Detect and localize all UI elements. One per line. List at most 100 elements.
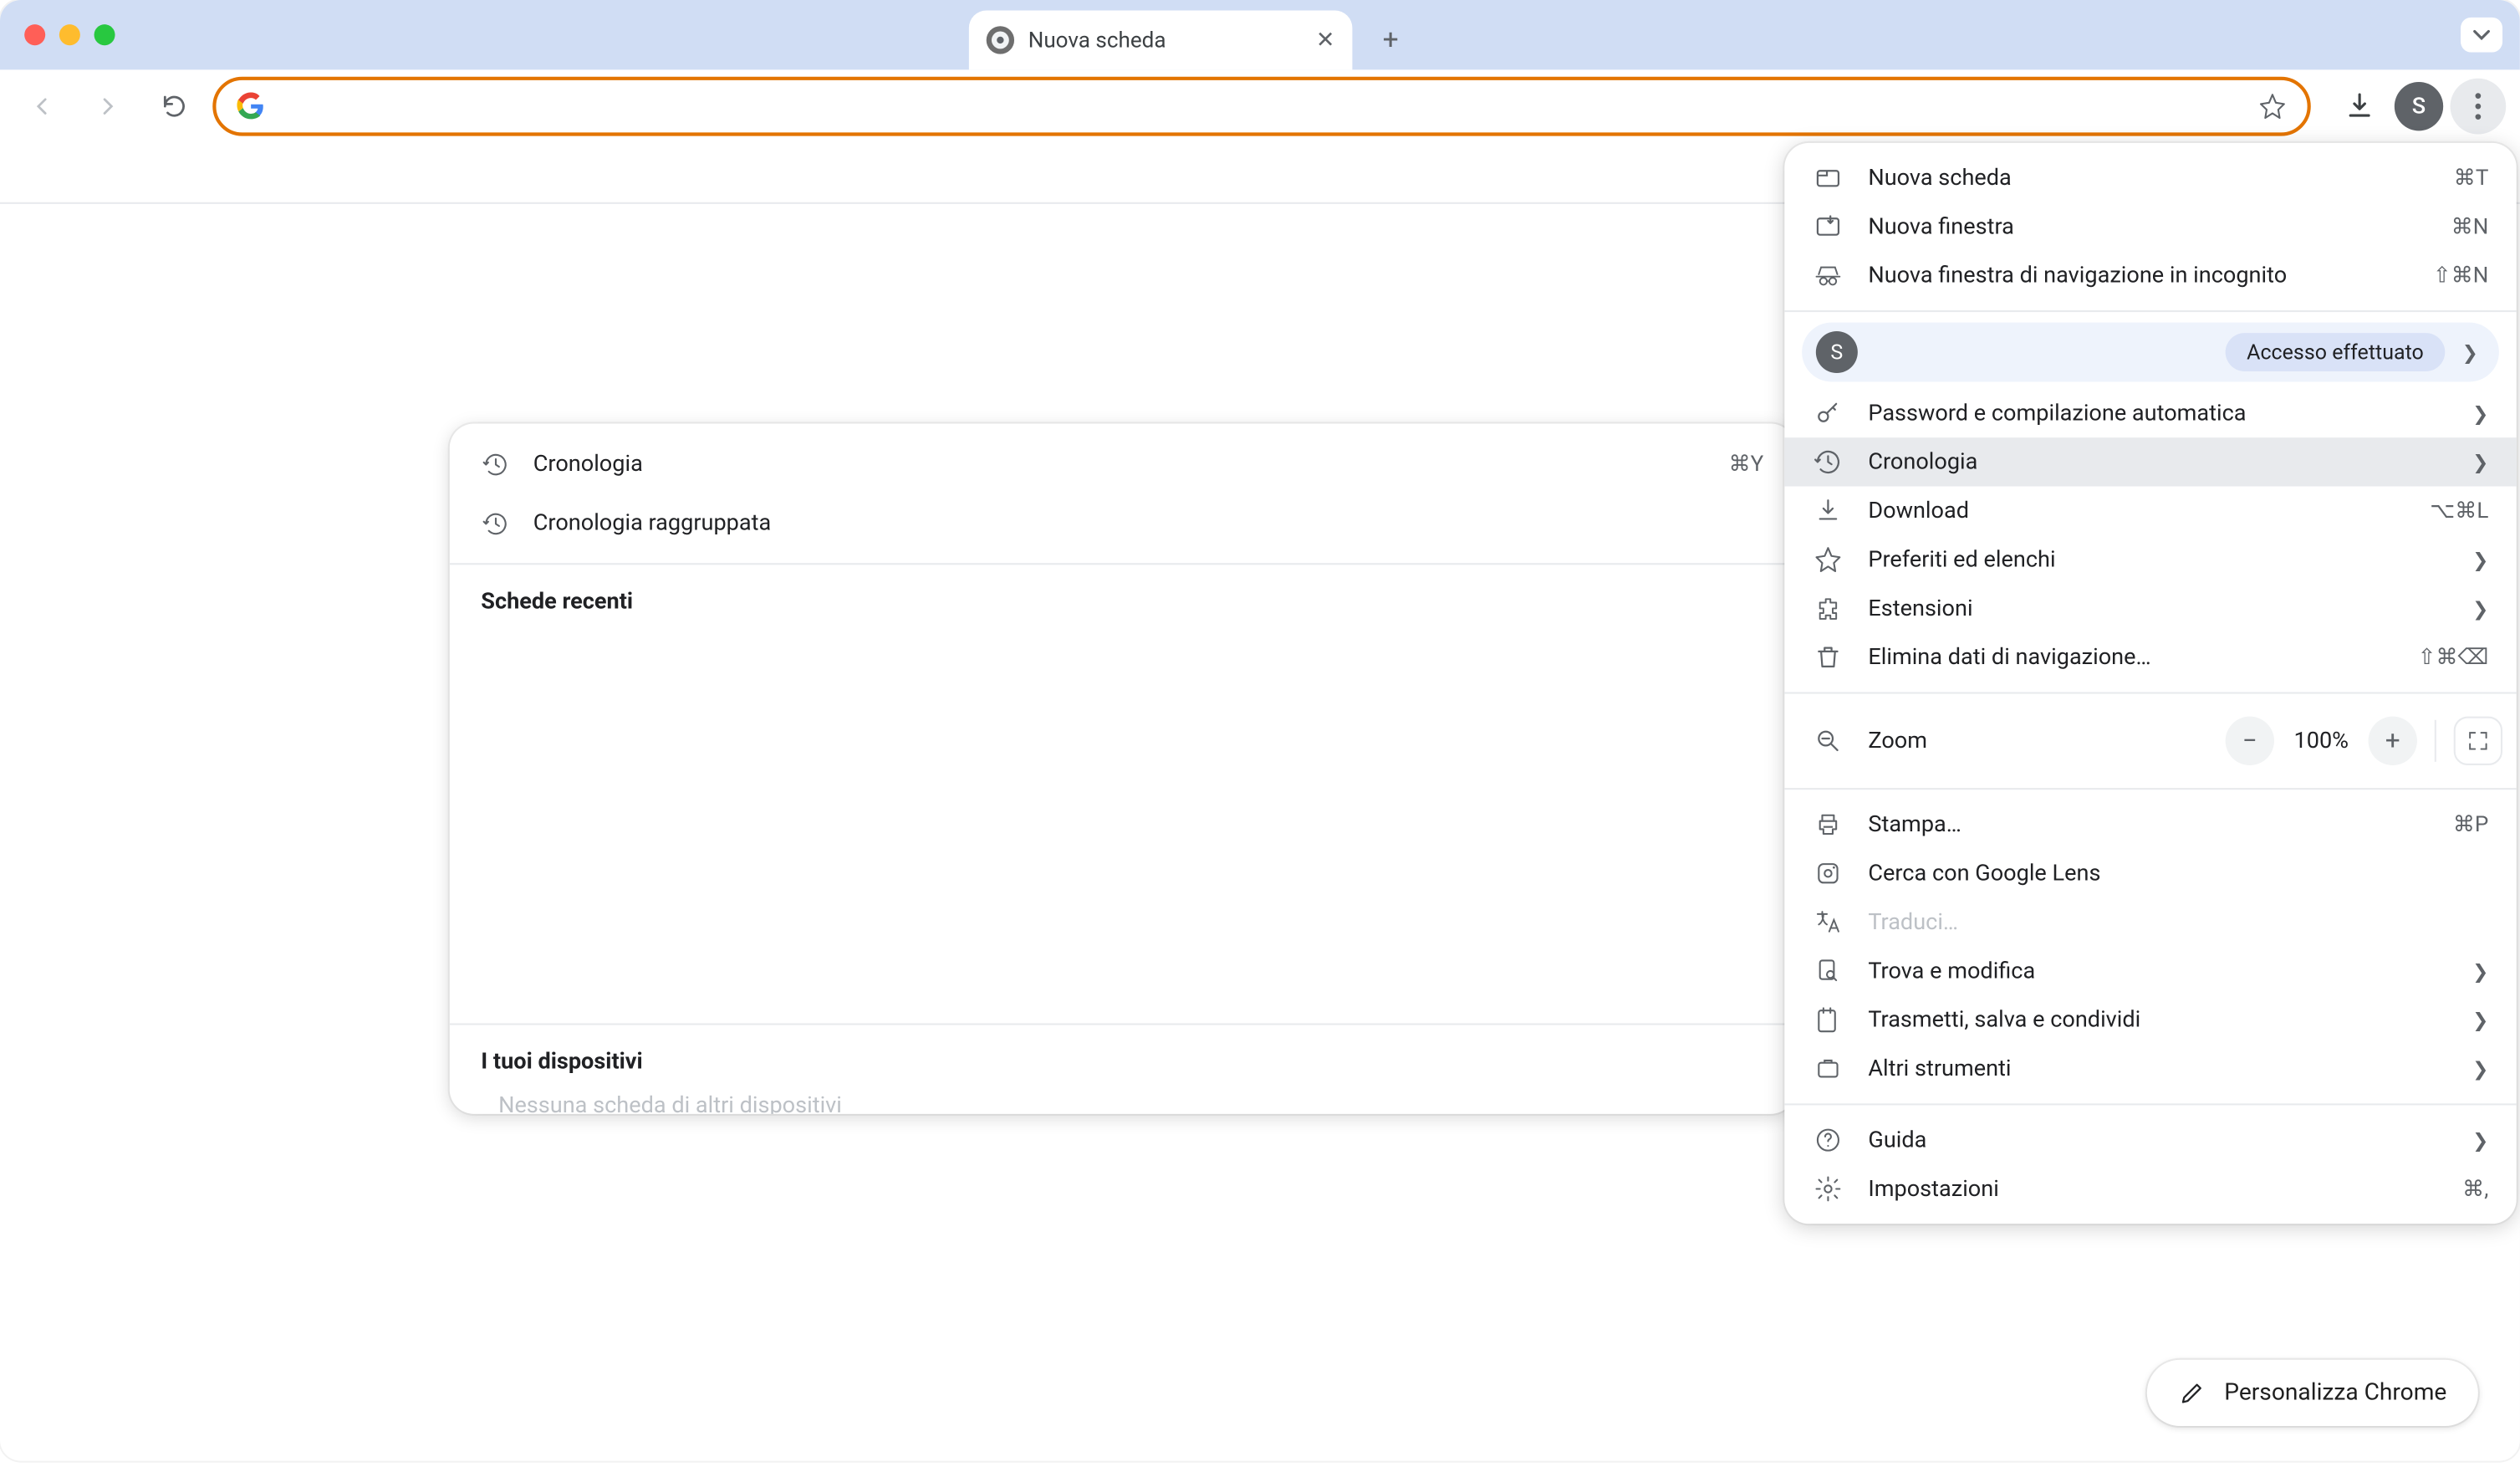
bookmark-star-icon[interactable] bbox=[2258, 92, 2286, 120]
menu-label: Preferiti ed elenchi bbox=[1868, 546, 2448, 572]
maximize-window-button[interactable] bbox=[94, 24, 115, 45]
address-bar[interactable] bbox=[212, 77, 2310, 136]
toolbar-right: S bbox=[2321, 79, 2506, 135]
trash-icon bbox=[1813, 643, 1844, 671]
chevron-right-icon: ❯ bbox=[2472, 451, 2488, 473]
menu-item-help[interactable]: Guida ❯ bbox=[1784, 1116, 2516, 1164]
history-item-shortcut: ⌘Y bbox=[1729, 450, 1764, 478]
menu-shortcut: ⌘P bbox=[2453, 810, 2489, 838]
cast-icon bbox=[1813, 1006, 1844, 1034]
menu-divider bbox=[1784, 310, 2516, 312]
profile-avatar-small: S bbox=[1816, 331, 1858, 373]
chevron-right-icon: ❯ bbox=[2472, 1057, 2488, 1080]
print-icon bbox=[1813, 810, 1844, 838]
menu-label: Stampa… bbox=[1868, 811, 2428, 837]
tab-icon bbox=[1813, 164, 1844, 192]
devices-section: I tuoi dispositivi Nessuna scheda di alt… bbox=[450, 1025, 1795, 1114]
tab-search-button[interactable] bbox=[2461, 18, 2502, 53]
menu-label: Nuova scheda bbox=[1868, 165, 2429, 191]
history-icon bbox=[1813, 448, 1844, 476]
extension-icon bbox=[1813, 595, 1844, 622]
chrome-menu: Nuova scheda ⌘T Nuova finestra ⌘N Nuova … bbox=[1784, 143, 2516, 1224]
menu-item-more-tools[interactable]: Altri strumenti ❯ bbox=[1784, 1044, 2516, 1092]
devices-header: I tuoi dispositivi bbox=[481, 1050, 1763, 1076]
menu-item-new-window[interactable]: Nuova finestra ⌘N bbox=[1784, 202, 2516, 251]
menu-item-lens[interactable]: Cerca con Google Lens bbox=[1784, 849, 2516, 897]
menu-item-downloads[interactable]: Download ⌥⌘L bbox=[1784, 487, 2516, 535]
menu-label: Estensioni bbox=[1868, 595, 2448, 621]
history-item-label: Cronologia raggruppata bbox=[533, 510, 1764, 536]
menu-item-incognito[interactable]: Nuova finestra di navigazione in incogni… bbox=[1784, 251, 2516, 299]
tab-close-icon[interactable]: ✕ bbox=[1316, 27, 1335, 53]
menu-label: Password e compilazione automatica bbox=[1868, 400, 2448, 426]
back-button[interactable] bbox=[14, 79, 70, 135]
browser-window: Nuova scheda ✕ + bbox=[0, 0, 2520, 1461]
menu-profile-row[interactable]: S Accesso effettuato ❯ bbox=[1802, 323, 2499, 382]
menu-item-bookmarks[interactable]: Preferiti ed elenchi ❯ bbox=[1784, 535, 2516, 584]
address-input[interactable] bbox=[278, 92, 2244, 120]
history-item-grouped[interactable]: Cronologia raggruppata bbox=[450, 493, 1795, 553]
zoom-in-button[interactable]: + bbox=[2369, 717, 2417, 765]
window-controls bbox=[14, 24, 150, 45]
fullscreen-button[interactable] bbox=[2454, 717, 2502, 765]
history-item-label: Cronologia bbox=[533, 451, 1705, 477]
menu-zoom-row: Zoom − 100% + bbox=[1784, 704, 2516, 778]
profile-badge: Accesso effettuato bbox=[2226, 333, 2445, 371]
menu-label: Trova e modifica bbox=[1868, 958, 2448, 984]
google-logo-icon bbox=[237, 92, 264, 120]
chevron-right-icon: ❯ bbox=[2472, 401, 2488, 424]
menu-item-new-tab[interactable]: Nuova scheda ⌘T bbox=[1784, 153, 2516, 202]
menu-item-passwords[interactable]: Password e compilazione automatica ❯ bbox=[1784, 389, 2516, 437]
menu-shortcut: ⇧⌘N bbox=[2433, 262, 2489, 289]
menu-label: Traduci… bbox=[1868, 909, 2488, 935]
menu-shortcut: ⇧⌘⌫ bbox=[2418, 643, 2489, 671]
toolbar: S bbox=[0, 69, 2520, 143]
incognito-icon bbox=[1813, 262, 1844, 289]
menu-shortcut: ⌘T bbox=[2454, 164, 2489, 192]
reload-button[interactable] bbox=[146, 79, 202, 135]
menu-item-cast[interactable]: Trasmetti, salva e condividi ❯ bbox=[1784, 995, 2516, 1044]
more-menu-button[interactable] bbox=[2451, 79, 2507, 135]
menu-item-settings[interactable]: Impostazioni ⌘, bbox=[1784, 1164, 2516, 1213]
forward-button[interactable] bbox=[80, 79, 136, 135]
zoom-icon bbox=[1813, 727, 1844, 754]
new-tab-button[interactable]: + bbox=[1366, 14, 1415, 63]
menu-label: Download bbox=[1868, 498, 2405, 524]
menu-item-history[interactable]: Cronologia ❯ bbox=[1784, 437, 2516, 486]
menu-label: Impostazioni bbox=[1868, 1176, 2438, 1202]
pencil-icon bbox=[2179, 1379, 2206, 1407]
menu-item-find[interactable]: Trova e modifica ❯ bbox=[1784, 947, 2516, 995]
menu-divider bbox=[1784, 692, 2516, 693]
zoom-value: 100% bbox=[2285, 728, 2359, 754]
chevron-right-icon: ❯ bbox=[2472, 1009, 2488, 1031]
zoom-out-button[interactable]: − bbox=[2226, 717, 2274, 765]
menu-item-clear-data[interactable]: Elimina dati di navigazione… ⇧⌘⌫ bbox=[1784, 633, 2516, 682]
key-icon bbox=[1813, 399, 1844, 427]
history-item-cronologia[interactable]: Cronologia ⌘Y bbox=[450, 434, 1795, 493]
menu-label: Altri strumenti bbox=[1868, 1056, 2448, 1081]
close-window-button[interactable] bbox=[24, 24, 45, 45]
downloads-button[interactable] bbox=[2332, 79, 2388, 135]
menu-shortcut: ⌥⌘L bbox=[2430, 497, 2488, 524]
chevron-right-icon: ❯ bbox=[2472, 1129, 2488, 1152]
menu-item-print[interactable]: Stampa… ⌘P bbox=[1784, 800, 2516, 849]
chevron-right-icon: ❯ bbox=[2472, 959, 2488, 982]
browser-tab[interactable]: Nuova scheda ✕ bbox=[969, 11, 1353, 70]
menu-label: Guida bbox=[1868, 1127, 2448, 1153]
translate-icon bbox=[1813, 908, 1844, 936]
zoom-separator bbox=[2435, 720, 2436, 762]
menu-divider bbox=[1784, 1103, 2516, 1105]
tab-strip: Nuova scheda ✕ + bbox=[0, 0, 2520, 69]
profile-avatar[interactable]: S bbox=[2395, 82, 2443, 130]
minimize-window-button[interactable] bbox=[59, 24, 80, 45]
star-icon bbox=[1813, 545, 1844, 573]
menu-label: Nuova finestra di navigazione in incogni… bbox=[1868, 263, 2408, 289]
menu-shortcut: ⌘N bbox=[2451, 212, 2489, 240]
tools-icon bbox=[1813, 1055, 1844, 1082]
zoom-label: Zoom bbox=[1868, 728, 2201, 754]
lens-icon bbox=[1813, 860, 1844, 887]
chevron-right-icon: ❯ bbox=[2462, 340, 2478, 363]
menu-item-extensions[interactable]: Estensioni ❯ bbox=[1784, 584, 2516, 632]
customize-chrome-button[interactable]: Personalizza Chrome bbox=[2148, 1360, 2478, 1426]
chevron-right-icon: ❯ bbox=[2472, 597, 2488, 620]
